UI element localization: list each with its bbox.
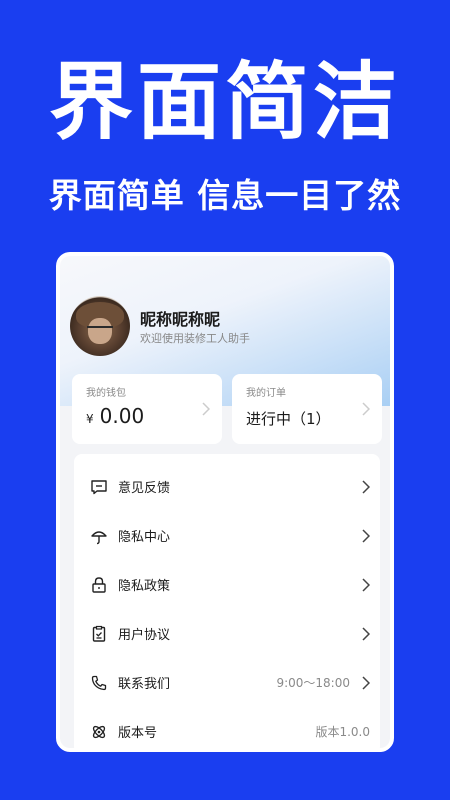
menu-item-label: 版本号 bbox=[118, 726, 158, 741]
clipboard-icon bbox=[90, 625, 108, 643]
chevron-right-icon bbox=[362, 402, 370, 416]
menu-item-user-agreement[interactable]: 用户协议 bbox=[74, 609, 380, 658]
menu-item-label: 用户协议 bbox=[118, 628, 171, 643]
menu-item-contact[interactable]: 联系我们 9:00～18:00 bbox=[74, 658, 380, 707]
wallet-amount: 0.00 bbox=[99, 404, 145, 428]
wallet-balance: ¥0.00 bbox=[86, 404, 144, 428]
hero-title: 界面简洁 bbox=[48, 53, 401, 151]
chevron-right-icon bbox=[362, 479, 370, 494]
menu-item-privacy-center[interactable]: 隐私中心 bbox=[74, 511, 380, 560]
menu-item-feedback[interactable]: 意见反馈 bbox=[74, 462, 380, 511]
chevron-right-icon bbox=[362, 577, 370, 592]
service-hours: 9:00～18:00 bbox=[276, 676, 350, 690]
avatar[interactable] bbox=[70, 296, 130, 356]
settings-menu: 意见反馈 隐私中心 隐私政策 用户协议 联系我们 9:00～18:00 版本号 … bbox=[74, 454, 380, 748]
nickname[interactable]: 昵称昵称昵 bbox=[140, 306, 220, 330]
menu-item-label: 联系我们 bbox=[118, 677, 171, 692]
menu-item-label: 隐私政策 bbox=[118, 579, 171, 594]
wallet-label: 我的钱包 bbox=[86, 388, 126, 399]
orders-status: 进行中（1） bbox=[246, 410, 331, 428]
feedback-icon bbox=[90, 478, 108, 496]
phone-icon bbox=[90, 674, 108, 692]
chevron-right-icon bbox=[362, 626, 370, 641]
currency-symbol: ¥ bbox=[86, 412, 94, 426]
version-number: 版本1.0.0 bbox=[315, 725, 370, 739]
welcome-text: 欢迎使用装修工人助手 bbox=[140, 332, 250, 345]
orders-card[interactable]: 我的订单 进行中（1） bbox=[232, 374, 382, 444]
version-icon bbox=[90, 723, 108, 741]
hero-subtitle: 界面简单 信息一目了然 bbox=[48, 176, 402, 215]
menu-item-version: 版本号 版本1.0.0 bbox=[74, 707, 380, 748]
chevron-right-icon bbox=[362, 675, 370, 690]
wallet-card[interactable]: 我的钱包 ¥0.00 bbox=[72, 374, 222, 444]
chevron-right-icon bbox=[202, 402, 210, 416]
lock-icon bbox=[90, 576, 108, 594]
phone-mockup: 昵称昵称昵 欢迎使用装修工人助手 我的钱包 ¥0.00 我的订单 进行中（1） … bbox=[56, 252, 394, 752]
menu-item-privacy-policy[interactable]: 隐私政策 bbox=[74, 560, 380, 609]
umbrella-icon bbox=[90, 527, 108, 545]
orders-label: 我的订单 bbox=[246, 388, 286, 399]
chevron-right-icon bbox=[362, 528, 370, 543]
menu-item-label: 隐私中心 bbox=[118, 530, 171, 545]
menu-item-label: 意见反馈 bbox=[118, 481, 171, 496]
